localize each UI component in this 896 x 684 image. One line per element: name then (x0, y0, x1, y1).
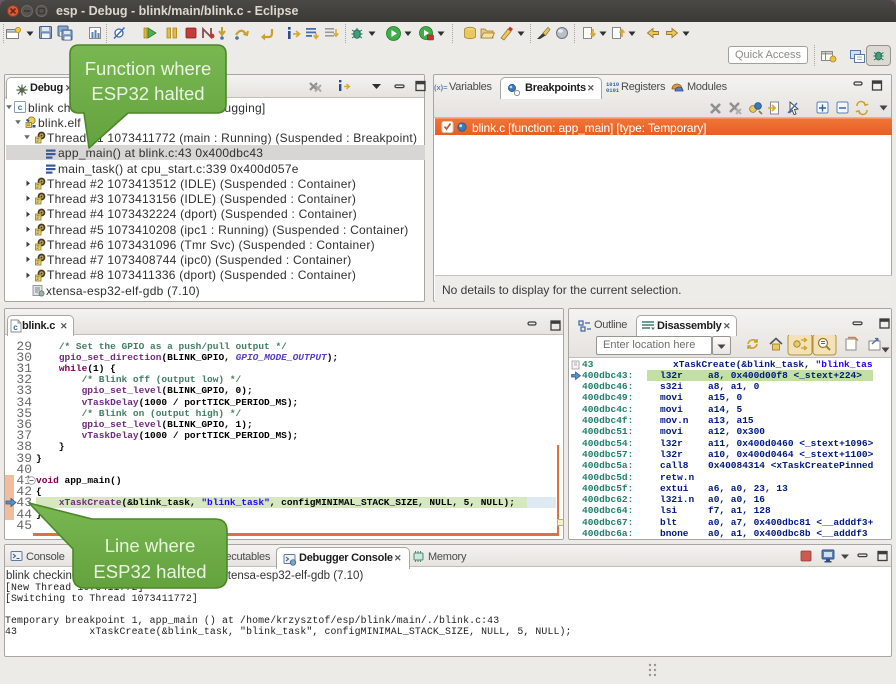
svg-text:c: c (18, 102, 23, 112)
svg-text:c: c (13, 323, 18, 332)
